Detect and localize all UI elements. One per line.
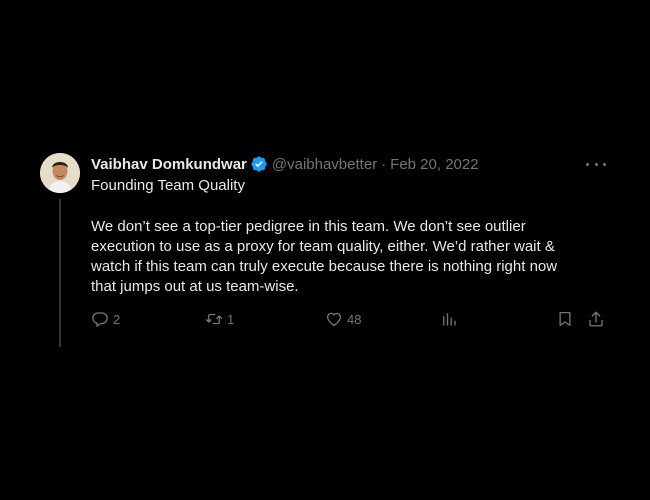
share-icon <box>589 311 603 327</box>
retweet-count: 1 <box>227 311 235 327</box>
bookmark-button[interactable] <box>556 306 574 332</box>
tweet-subtitle: Founding Team Quality <box>91 177 245 194</box>
verified-badge-icon <box>250 155 268 173</box>
tweet-date[interactable]: Feb 20, 2022 <box>390 156 478 173</box>
tweet-header: Vaibhav Domkundwar @vaibhavbetter · Feb … <box>91 154 479 174</box>
reply-button[interactable]: 2 <box>91 306 120 332</box>
retweet-button[interactable]: 1 <box>205 306 234 332</box>
retweet-icon <box>205 313 223 325</box>
tweet-body-line: watch if this team can truly execute bec… <box>91 258 558 275</box>
tweet-body-line: We don’t see a top-tier pedigree in this… <box>91 218 526 235</box>
analytics-icon <box>443 313 456 326</box>
tweet-body-line: that jumps out at us team-wise. <box>91 278 299 295</box>
separator-dot: · <box>381 155 387 173</box>
avatar[interactable] <box>40 153 80 193</box>
tweet-card[interactable]: Vaibhav Domkundwar @vaibhavbetter · Feb … <box>0 0 650 500</box>
tweet-body-line: execution to use as a proxy for team qua… <box>91 238 555 255</box>
heart-icon <box>326 312 342 327</box>
share-button[interactable] <box>587 306 605 332</box>
like-count: 48 <box>347 311 362 327</box>
author-name[interactable]: Vaibhav Domkundwar <box>91 156 247 173</box>
reply-icon <box>92 312 108 327</box>
avatar-photo <box>40 153 80 193</box>
views-button[interactable] <box>440 306 458 332</box>
more-icon[interactable] <box>586 156 606 172</box>
reply-count: 2 <box>113 311 121 327</box>
action-bar: 2 1 48 <box>0 306 650 332</box>
like-button[interactable]: 48 <box>325 306 361 332</box>
tweet-body: We don’t see a top-tier pedigree in this… <box>91 217 591 297</box>
author-handle[interactable]: @vaibhavbetter <box>272 156 377 173</box>
bookmark-icon <box>559 311 571 327</box>
